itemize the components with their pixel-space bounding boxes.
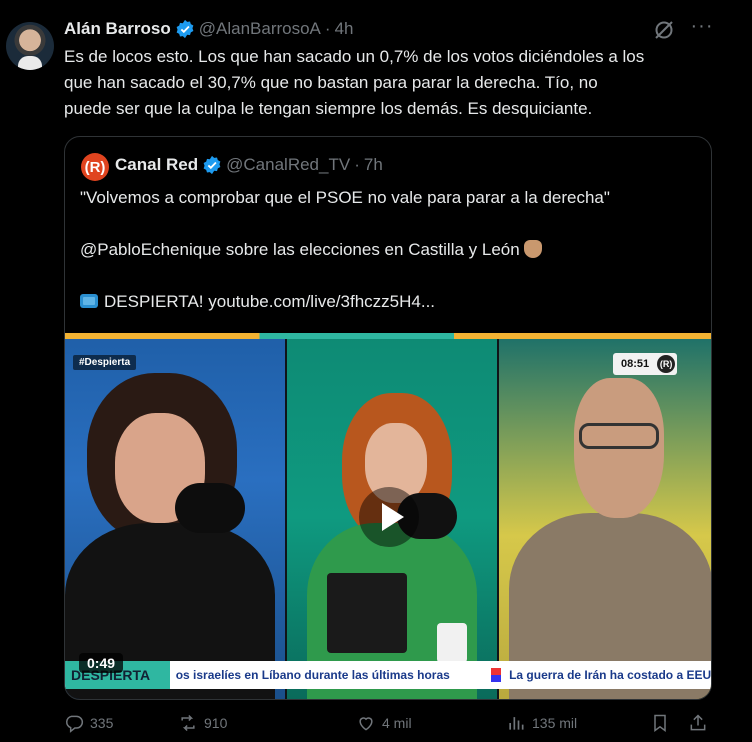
header-separator: ·: [324, 19, 331, 38]
like-button[interactable]: 4 mil: [356, 708, 412, 738]
quote-time[interactable]: 7h: [364, 155, 383, 175]
ticker-headline-1: os israelíes en Líbano durante las últim…: [175, 668, 450, 682]
like-count: 4 mil: [382, 715, 412, 731]
bookmark-icon: [654, 714, 666, 732]
repost-icon: [181, 714, 195, 732]
more-icon[interactable]: ···: [690, 16, 714, 42]
tweet-text: Es de locos esto. Los que han sacado un …: [64, 47, 645, 118]
quote-author-name[interactable]: Canal Red: [115, 155, 198, 175]
video-panel-right: [499, 333, 711, 699]
quote-separator: ·: [354, 155, 360, 174]
microphone: [175, 483, 245, 533]
news-ticker: DESPIERTA os israelíes en Líbano durante…: [65, 661, 712, 689]
tweet-actions: 335 910 4 mil 135 mil: [64, 708, 714, 738]
channel-logo: (R): [657, 355, 676, 373]
bookmark-button[interactable]: [650, 708, 670, 738]
video-clock: 08:51 (R): [613, 353, 678, 375]
video-duration: 0:49: [79, 653, 124, 673]
share-icon: [690, 714, 706, 731]
quote-line-2-text[interactable]: @PabloEchenique sobre las elecciones en …: [80, 240, 520, 259]
pointing-hand-icon: [523, 240, 542, 258]
share-button[interactable]: [688, 708, 708, 738]
quote-text: "Volvemos a comprobar que el PSOE no val…: [80, 185, 700, 315]
quoted-tweet[interactable]: (R) Canal Red @CanalRed_TV · 7h "Volvemo…: [64, 136, 712, 700]
play-icon[interactable]: [359, 487, 419, 547]
grok-icon[interactable]: [652, 18, 676, 42]
ticker-headline-2: La guerra de Irán ha costado a EEUU: [509, 668, 712, 682]
quote-avatar[interactable]: (R): [81, 153, 109, 181]
quote-header: Canal Red @CanalRed_TV · 7h: [115, 155, 383, 175]
views-count: 135 mil: [532, 715, 578, 731]
tv-icon: [80, 294, 98, 308]
tweet-time[interactable]: 4h: [335, 19, 354, 39]
flag-icon: [491, 668, 502, 682]
video-top-bar: [65, 333, 711, 339]
author-name[interactable]: Alán Barroso: [64, 19, 171, 39]
repost-count: 910: [204, 715, 228, 731]
video-clock-time: 08:51: [621, 358, 650, 370]
quote-line-1: "Volvemos a comprobar que el PSOE no val…: [80, 188, 610, 207]
cup: [437, 623, 467, 663]
repost-button[interactable]: 910: [178, 708, 227, 738]
reply-icon: [66, 715, 84, 733]
quote-line-3-text[interactable]: DESPIERTA! youtube.com/live/3fhczz5H4...: [104, 292, 435, 311]
video-panel-left: #Despierta: [65, 333, 285, 699]
laptop: [327, 573, 407, 653]
quote-author-handle[interactable]: @CanalRed_TV: [226, 155, 350, 175]
quote-line-2: @PabloEchenique sobre las elecciones en …: [80, 237, 700, 263]
verified-badge-icon: [203, 155, 221, 175]
views-button[interactable]: 135 mil: [506, 708, 577, 738]
glasses: [579, 423, 659, 449]
views-icon: [509, 717, 524, 730]
quote-line-3: DESPIERTA! youtube.com/live/3fhczz5H4...: [80, 289, 700, 315]
like-icon: [359, 717, 373, 731]
tweet-header: Alán Barroso @AlanBarrosoA · 4h: [64, 18, 354, 40]
reply-count: 335: [90, 715, 114, 731]
video-player[interactable]: #Despierta 08:51 (R) DESPIERTA os israel…: [65, 333, 712, 699]
author-handle[interactable]: @AlanBarrosoA: [199, 19, 321, 39]
avatar[interactable]: [6, 22, 54, 70]
tweet[interactable]: Alán Barroso @AlanBarrosoA · 4h ··· Es d…: [0, 0, 752, 742]
reply-button[interactable]: 335: [64, 708, 113, 738]
verified-badge-icon[interactable]: [175, 19, 195, 39]
video-hashtag: #Despierta: [73, 355, 137, 370]
